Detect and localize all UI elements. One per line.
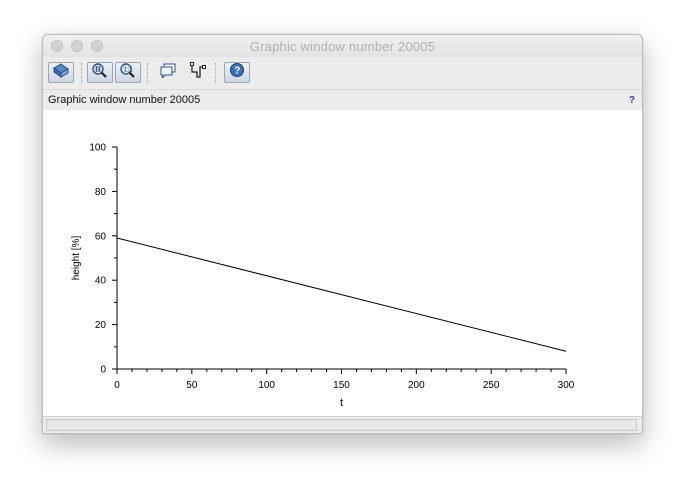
x-tick-label: 250 [483, 380, 500, 391]
toolbar: 1:1 ? [43, 57, 642, 90]
tick-labels: 0 50 100 150 200 250 300 0 20 40 60 80 100 [89, 143, 574, 392]
figure-label: Graphic window number 20005 [48, 94, 201, 106]
window-title: Graphic window number 20005 [249, 39, 436, 54]
y-tick-label: 80 [95, 187, 107, 198]
datatip-manager-button[interactable] [185, 62, 211, 83]
datatip-icon [159, 62, 177, 83]
x-tick-label: 150 [333, 380, 350, 391]
y-tick-label: 20 [95, 320, 107, 331]
svg-text:1:1: 1:1 [124, 67, 134, 74]
x-tick-label: 300 [558, 380, 575, 391]
plot-canvas[interactable]: 0 50 100 150 200 250 300 0 20 40 60 80 100 t height … [43, 110, 642, 416]
y-axis-label: height [%] [71, 236, 82, 281]
x-tick-label: 200 [408, 380, 425, 391]
y-tick-label: 0 [100, 365, 106, 376]
toolbar-separator [81, 63, 83, 83]
axes [116, 147, 566, 370]
zoom-reset-icon: 1:1 [119, 62, 137, 83]
y-tick-label: 100 [89, 143, 106, 154]
status-field [46, 419, 637, 431]
zoom-reset-button[interactable]: 1:1 [115, 62, 141, 83]
y-tick-label: 40 [95, 276, 107, 287]
graphic-window: Graphic window number 20005 1:1 ? Graphi… [42, 34, 643, 434]
line-chart[interactable]: 0 50 100 150 200 250 300 0 20 40 60 80 100 t height … [43, 110, 642, 416]
toolbar-separator [215, 63, 217, 83]
series-line [116, 237, 567, 352]
title-bar[interactable]: Graphic window number 20005 [43, 35, 642, 57]
zoom-button[interactable] [87, 62, 113, 83]
help-icon: ? [228, 62, 246, 83]
tick-marks [112, 146, 567, 374]
series-lines [116, 237, 567, 352]
x-tick-label: 100 [258, 380, 275, 391]
x-tick-label: 0 [114, 380, 120, 391]
help-button[interactable]: ? [224, 62, 250, 83]
svg-text:?: ? [234, 66, 240, 77]
x-tick-label: 50 [186, 380, 198, 391]
y-tick-label: 60 [95, 231, 107, 242]
datatip-manager-icon [189, 61, 207, 84]
status-bar [43, 416, 642, 433]
datatip-button[interactable] [155, 62, 181, 83]
rotate-button[interactable] [48, 62, 74, 83]
help-question-icon[interactable]: ? [629, 95, 635, 106]
rotate-icon [52, 62, 70, 83]
toolbar-separator [147, 63, 149, 83]
x-axis-label: t [340, 397, 343, 409]
zoom-icon [91, 62, 109, 83]
